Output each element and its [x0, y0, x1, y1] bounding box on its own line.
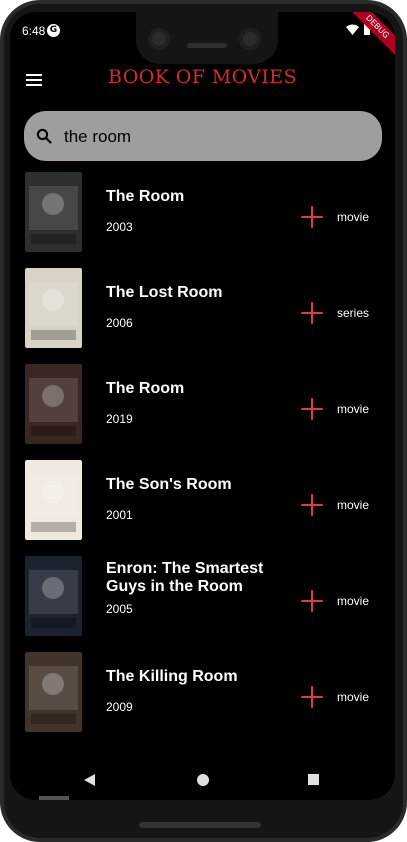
add-icon[interactable] — [301, 494, 323, 516]
media-type-label: movie — [337, 210, 370, 224]
movie-year: 2003 — [106, 220, 133, 234]
home-icon[interactable] — [197, 774, 209, 786]
movie-year: 2006 — [106, 316, 133, 330]
status-time: 6:48 — [22, 24, 46, 38]
app-screen: 6:48 G DEBUG BOOK OF MOVIES the room The… — [10, 12, 395, 800]
movie-title: The Son's Room — [106, 476, 232, 493]
list-item[interactable]: The Room 2003 movie — [10, 168, 395, 264]
movie-title: The Room — [106, 380, 185, 397]
device-home-bar — [139, 822, 261, 828]
poster-thumbnail — [25, 364, 82, 444]
media-type-label: movie — [337, 690, 370, 704]
recents-icon[interactable] — [308, 774, 319, 785]
poster-thumbnail — [25, 172, 82, 252]
poster-thumbnail — [25, 556, 82, 636]
media-type-label: movie — [337, 498, 370, 512]
search-bar[interactable] — [24, 111, 382, 161]
debug-banner: DEBUG — [343, 12, 395, 61]
list-item[interactable]: The Lost Room 2006 series — [10, 264, 395, 360]
add-icon[interactable] — [301, 302, 323, 324]
app-bar: BOOK OF MOVIES — [10, 60, 395, 106]
add-icon[interactable] — [301, 206, 323, 228]
earpiece-speaker — [187, 43, 227, 48]
movie-title: Enron: The Smartest Guys in the Room — [106, 560, 264, 595]
movie-title: The Lost Room — [106, 284, 223, 301]
search-icon — [36, 128, 52, 144]
results-list: The Room 2003 movie The Lost Room 2006 series… — [10, 168, 395, 744]
list-item[interactable]: The Killing Room 2009 movie — [10, 648, 395, 744]
wifi-icon — [346, 24, 359, 35]
search-input[interactable] — [62, 122, 366, 152]
movie-title: The Killing Room — [106, 668, 238, 685]
phone-bezel: 6:48 G DEBUG BOOK OF MOVIES the room The… — [4, 4, 403, 838]
list-item[interactable]: The Son's Room 2001 movie — [10, 456, 395, 552]
poster-thumbnail — [25, 460, 82, 540]
movie-title: The Room — [106, 188, 185, 205]
movie-year: 2019 — [106, 412, 133, 426]
app-title: BOOK OF MOVIES — [108, 66, 297, 88]
poster-thumbnail — [25, 268, 82, 348]
movie-year: 2009 — [106, 700, 133, 714]
list-item[interactable]: Enron: The Smartest Guys in the Room 2005… — [10, 552, 395, 648]
movie-year: 2001 — [106, 508, 133, 522]
media-type-label: movie — [337, 402, 370, 416]
movie-year: 2005 — [106, 602, 133, 616]
media-type-label: movie — [337, 594, 370, 608]
list-item[interactable]: The Room 2019 movie — [10, 360, 395, 456]
phone-frame: 6:48 G DEBUG BOOK OF MOVIES the room The… — [0, 0, 407, 842]
front-sensor-icon — [239, 28, 261, 50]
add-icon[interactable] — [301, 590, 323, 612]
media-type-label: series — [337, 306, 370, 320]
add-icon[interactable] — [301, 398, 323, 420]
camera-notch — [136, 12, 278, 64]
android-nav-bar — [10, 768, 395, 800]
notification-icon: G — [47, 24, 60, 37]
add-icon[interactable] — [301, 686, 323, 708]
front-camera-icon — [148, 28, 170, 50]
back-icon[interactable] — [84, 774, 95, 786]
poster-thumbnail — [25, 652, 82, 732]
